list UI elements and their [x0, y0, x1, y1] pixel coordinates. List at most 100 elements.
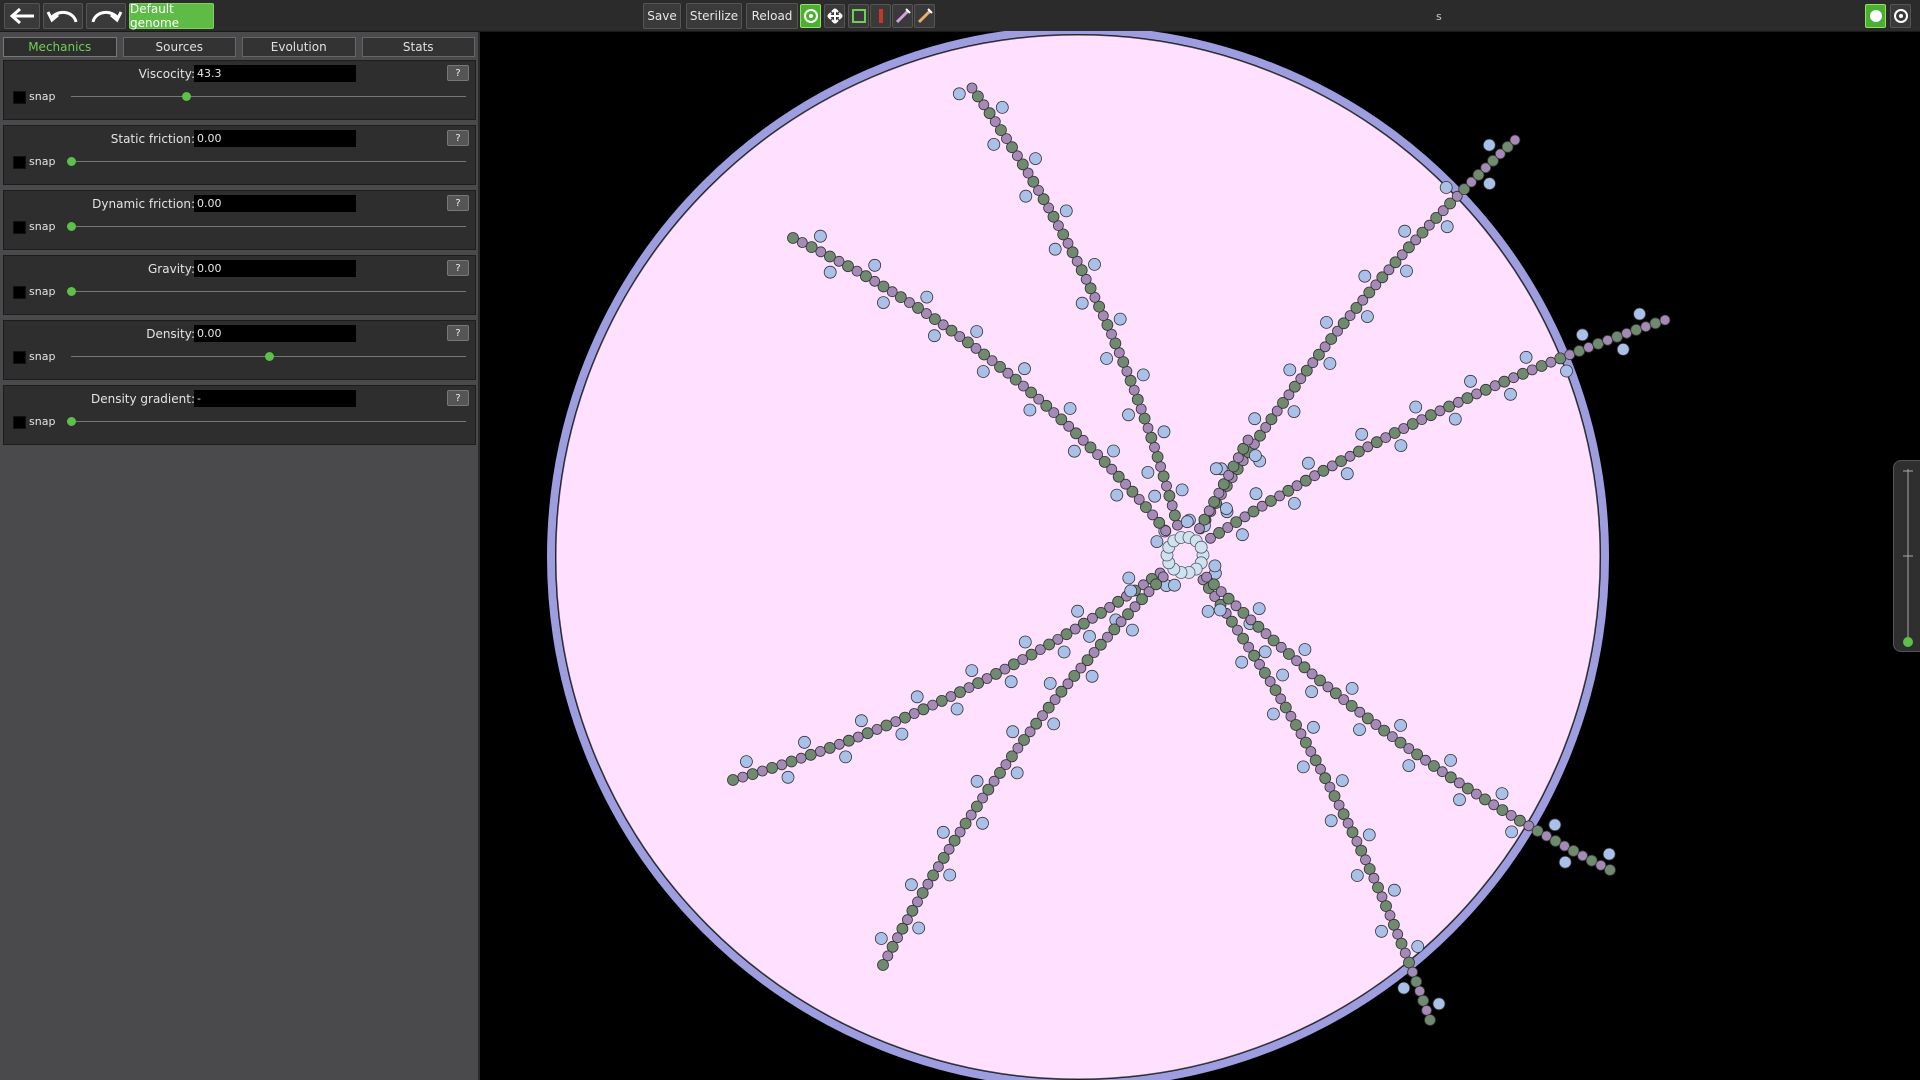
cell[interactable]	[1166, 500, 1178, 511]
cell[interactable]	[1169, 509, 1181, 522]
slider-knob[interactable]	[264, 352, 274, 361]
cell[interactable]	[1010, 766, 1024, 780]
knife-tool-button[interactable]	[870, 4, 891, 28]
cell[interactable]	[1235, 655, 1249, 669]
cell[interactable]	[874, 932, 888, 945]
reload-button[interactable]: Reload	[746, 3, 798, 29]
cell[interactable]	[1288, 496, 1301, 510]
help-button[interactable]: ?	[447, 390, 469, 406]
cell[interactable]	[1151, 450, 1164, 463]
cell[interactable]	[1504, 387, 1517, 401]
cell[interactable]	[1394, 439, 1408, 453]
help-button[interactable]: ?	[447, 195, 469, 211]
cell[interactable]	[795, 752, 807, 764]
cell[interactable]	[895, 727, 909, 741]
cell[interactable]	[1448, 412, 1462, 426]
cell[interactable]	[1141, 465, 1155, 479]
snap-checkbox[interactable]	[13, 351, 26, 364]
cell[interactable]	[787, 232, 799, 244]
cell[interactable]	[1305, 685, 1318, 699]
cell[interactable]	[1397, 981, 1411, 995]
cell[interactable]	[1150, 535, 1164, 548]
density-input[interactable]	[194, 325, 356, 342]
cell[interactable]	[910, 690, 924, 704]
cell[interactable]	[798, 735, 811, 749]
cell[interactable]	[1482, 138, 1496, 152]
cell[interactable]	[1353, 723, 1366, 736]
cell[interactable]	[1136, 368, 1150, 382]
cell[interactable]	[1640, 321, 1652, 333]
cell[interactable]	[766, 762, 778, 774]
cell[interactable]	[970, 325, 984, 338]
slider-knob[interactable]	[181, 92, 191, 101]
cell[interactable]	[1131, 393, 1144, 406]
cell[interactable]	[1236, 528, 1249, 542]
cell[interactable]	[1616, 342, 1630, 356]
cell[interactable]	[871, 724, 883, 735]
cell[interactable]	[1560, 364, 1573, 378]
select-box-tool-button[interactable]	[848, 4, 869, 28]
cell[interactable]	[1109, 337, 1122, 350]
cell[interactable]	[1424, 1014, 1436, 1026]
cell[interactable]	[1113, 312, 1127, 326]
slider-track[interactable]	[71, 291, 466, 292]
cell[interactable]	[1633, 307, 1646, 321]
cell[interactable]	[1117, 356, 1130, 368]
cell[interactable]	[928, 329, 941, 343]
cell[interactable]	[1122, 571, 1136, 585]
cell[interactable]	[1548, 818, 1562, 832]
cell[interactable]	[737, 771, 749, 783]
cell[interactable]	[1604, 864, 1616, 876]
cell[interactable]	[943, 868, 957, 882]
tab-stats[interactable]: Stats	[361, 37, 475, 57]
cell[interactable]	[880, 719, 893, 732]
cell[interactable]	[776, 759, 788, 771]
slider-knob[interactable]	[67, 222, 76, 231]
move-tool-button[interactable]	[824, 4, 845, 28]
cell[interactable]	[1483, 177, 1496, 191]
cell[interactable]	[1432, 997, 1446, 1011]
cell[interactable]	[1180, 515, 1194, 529]
cell[interactable]	[1403, 956, 1415, 969]
help-button[interactable]: ?	[447, 65, 469, 81]
eye-settings-button[interactable]	[1890, 4, 1911, 28]
tab-mechanics[interactable]: Mechanics	[3, 37, 117, 57]
cell[interactable]	[1388, 883, 1401, 897]
cell[interactable]	[1149, 441, 1160, 453]
cell[interactable]	[1361, 310, 1374, 324]
cell[interactable]	[1621, 327, 1632, 339]
cell[interactable]	[1630, 323, 1643, 336]
circle-toggle-button[interactable]	[1865, 4, 1886, 28]
zoom-slider-knob[interactable]	[1903, 637, 1913, 647]
cell[interactable]	[1252, 602, 1266, 615]
cell[interactable]	[1602, 847, 1616, 861]
cell[interactable]	[1495, 787, 1509, 800]
redo-button[interactable]	[86, 3, 126, 29]
cell[interactable]	[952, 87, 966, 101]
cell[interactable]	[1576, 328, 1589, 342]
snap-checkbox[interactable]	[13, 221, 26, 234]
help-button[interactable]: ?	[447, 130, 469, 146]
zoom-slider[interactable]	[1893, 460, 1920, 652]
cell[interactable]	[1075, 296, 1089, 310]
cell[interactable]	[1124, 374, 1137, 387]
cell[interactable]	[1649, 317, 1662, 330]
cell[interactable]	[1267, 707, 1280, 721]
cell[interactable]	[1249, 449, 1262, 463]
cell[interactable]	[1388, 918, 1400, 931]
cell[interactable]	[965, 664, 979, 677]
cell[interactable]	[1110, 488, 1124, 502]
cell[interactable]	[1048, 242, 1062, 256]
cell[interactable]	[1421, 1005, 1432, 1016]
cell[interactable]	[1464, 374, 1477, 388]
cell[interactable]	[823, 265, 837, 279]
slider-track[interactable]	[71, 421, 466, 422]
slider-track[interactable]	[71, 96, 466, 97]
cell[interactable]	[1402, 759, 1416, 772]
cell[interactable]	[1085, 669, 1099, 683]
cell[interactable]	[1323, 357, 1337, 370]
cell[interactable]	[868, 258, 882, 272]
cell[interactable]	[852, 731, 864, 743]
cell[interactable]	[861, 727, 874, 740]
cell[interactable]	[1392, 928, 1404, 940]
